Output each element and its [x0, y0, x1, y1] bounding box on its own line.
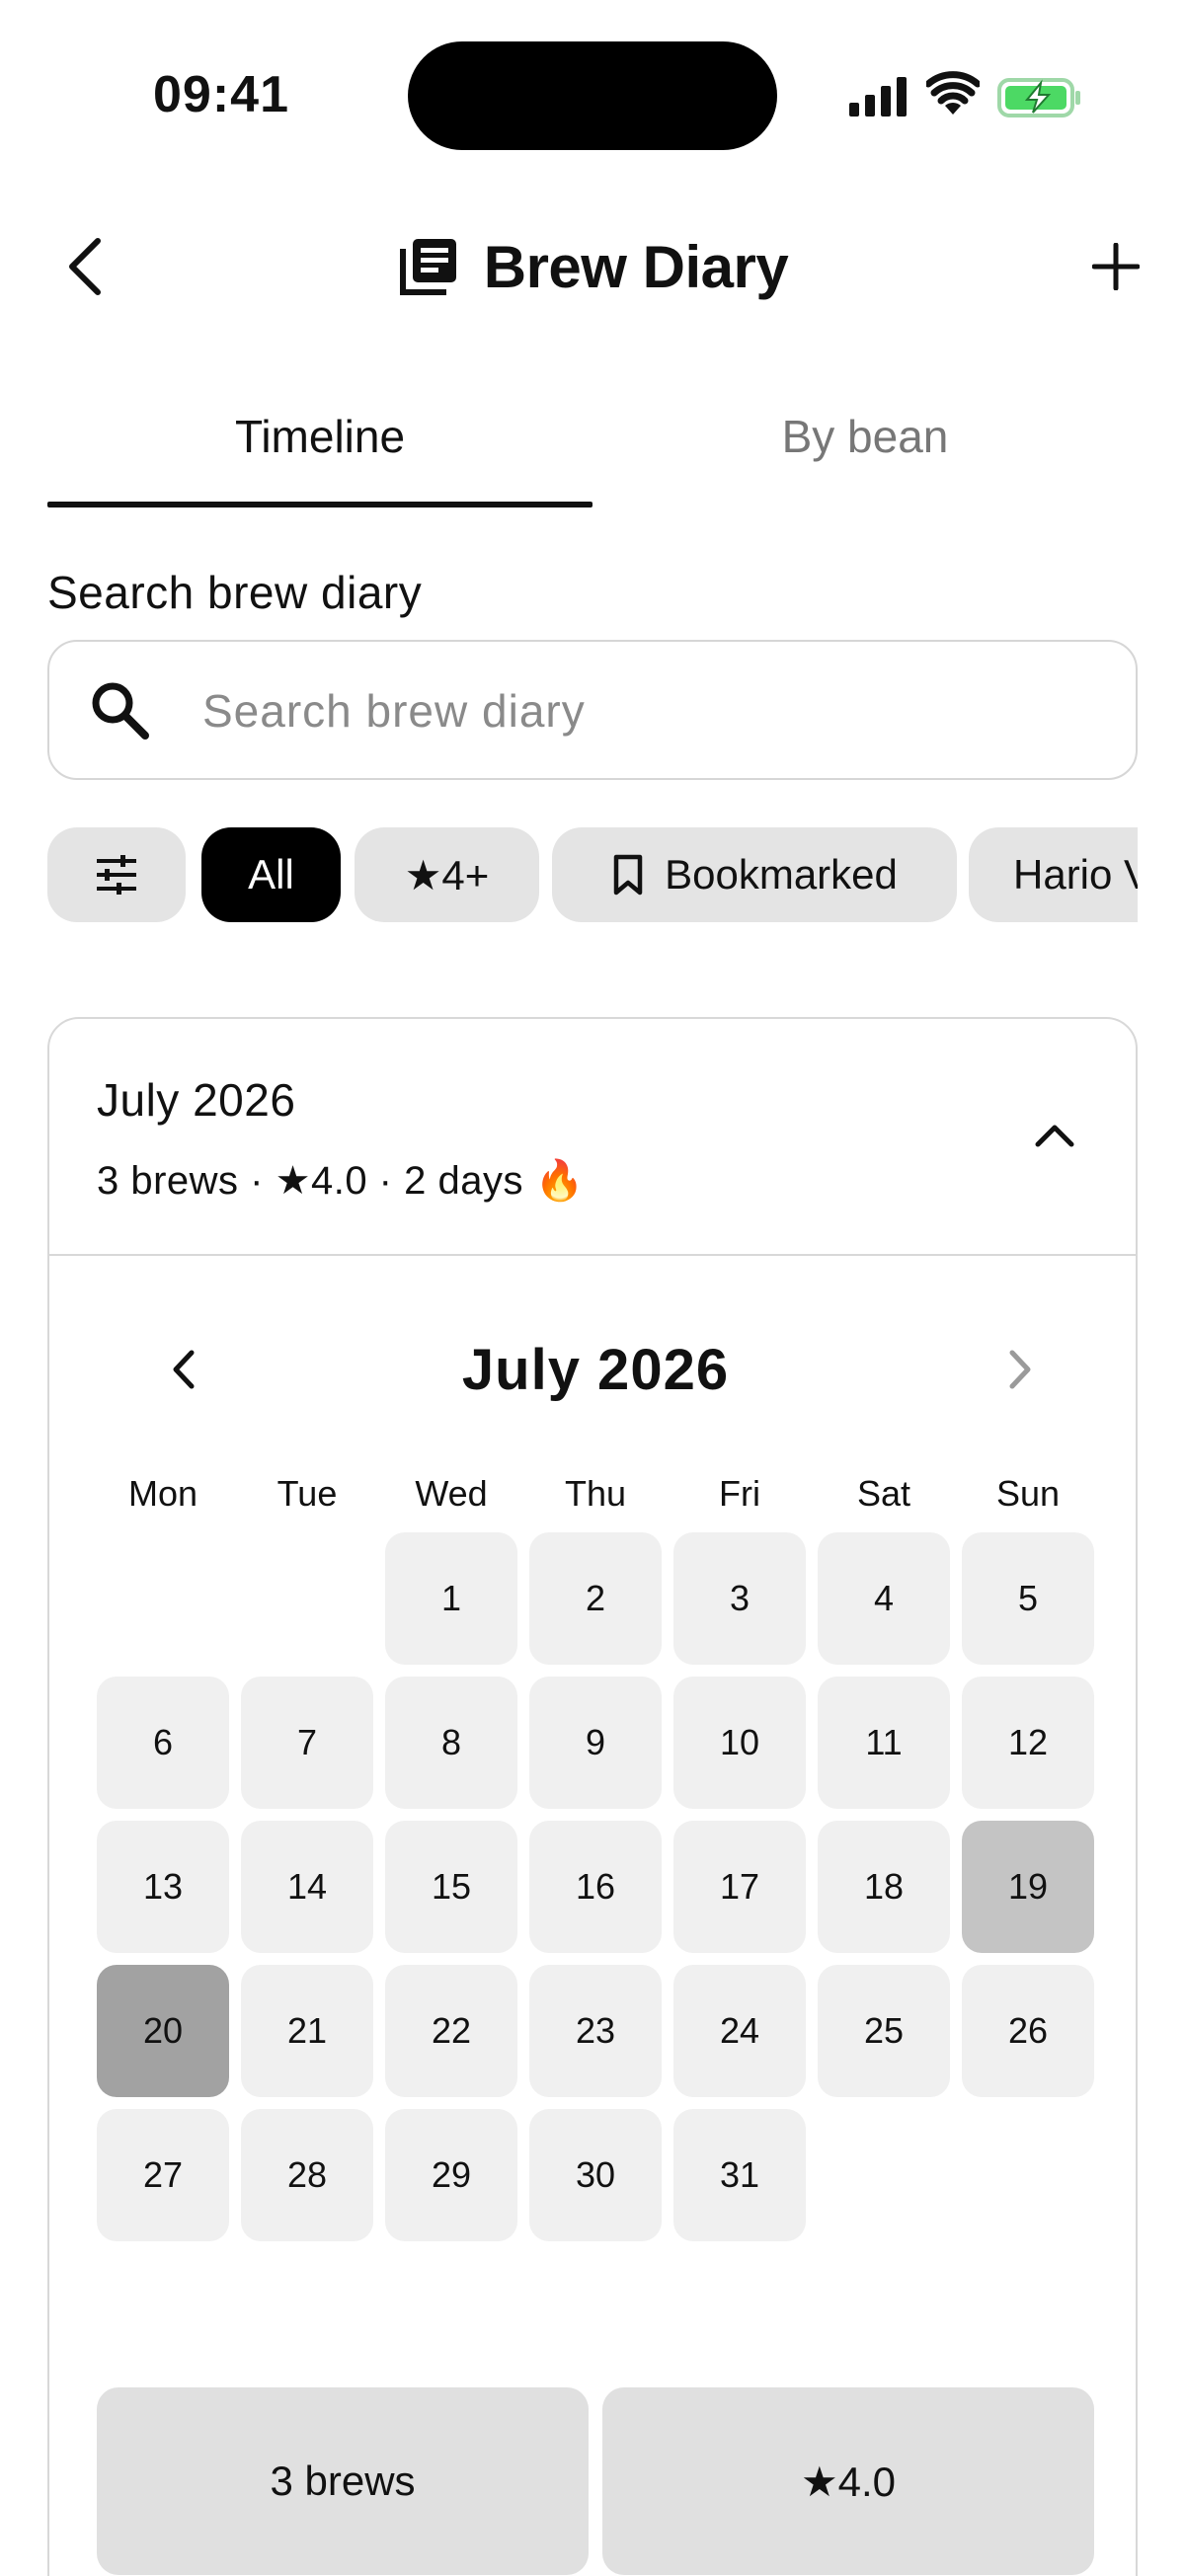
view-tabs: Timeline By bean [47, 390, 1138, 513]
search-icon [92, 682, 149, 740]
calendar-day[interactable]: 2 [529, 1532, 662, 1665]
calendar-month-title: July 2026 [461, 1338, 730, 1402]
dynamic-island [408, 41, 777, 150]
next-month-button[interactable] [990, 1335, 1050, 1404]
plus-icon [1092, 243, 1140, 290]
status-time: 09:41 [153, 66, 289, 123]
tab-timeline[interactable]: Timeline [47, 390, 592, 513]
calendar-day[interactable]: 8 [385, 1677, 517, 1809]
calendar-day[interactable]: 19 [962, 1821, 1094, 1953]
weekday-label: Sun [995, 1473, 1061, 1514]
stat-rating: ★4.0 [602, 2387, 1094, 2575]
wifi-icon [926, 71, 980, 115]
chip-rating-4-plus[interactable]: ★4+ [355, 827, 539, 922]
calendar-day[interactable]: 1 [385, 1532, 517, 1665]
calendar-day[interactable]: 11 [818, 1677, 950, 1809]
page-title: Brew Diary [483, 233, 789, 300]
calendar-day[interactable]: 5 [962, 1532, 1094, 1665]
calendar-day[interactable]: 13 [97, 1821, 229, 1953]
calendar-day[interactable]: 16 [529, 1821, 662, 1953]
calendar-day[interactable]: 28 [241, 2109, 373, 2241]
calendar-day[interactable]: 23 [529, 1965, 662, 2097]
chevron-up-icon [1035, 1125, 1074, 1147]
month-card-summary: 3 brews · ★4.0 · 2 days 🔥 [97, 1159, 585, 1203]
calendar-day[interactable]: 6 [97, 1677, 229, 1809]
weekday-label: Fri [719, 1473, 760, 1514]
calendar-day[interactable]: 4 [818, 1532, 950, 1665]
chip-all[interactable]: All [201, 827, 341, 922]
page-title-wrap: Brew Diary [0, 227, 1185, 306]
collapse-button[interactable] [1027, 1108, 1082, 1163]
calendar-day[interactable]: 12 [962, 1677, 1094, 1809]
app-header: Brew Diary [0, 197, 1185, 336]
calendar-day[interactable]: 7 [241, 1677, 373, 1809]
chevron-right-icon [1009, 1350, 1031, 1389]
weekday-label: Sat [856, 1473, 911, 1514]
search-label: Search brew diary [47, 567, 423, 618]
active-tab-indicator [47, 502, 592, 507]
diary-book-icon [399, 239, 456, 295]
calendar-day[interactable]: 10 [673, 1677, 806, 1809]
cellular-signal-icon [849, 77, 907, 117]
tab-by-bean[interactable]: By bean [592, 390, 1138, 513]
calendar-day[interactable]: 27 [97, 2109, 229, 2241]
calendar-day[interactable]: 20 [97, 1965, 229, 2097]
add-brew-button[interactable] [1081, 227, 1150, 306]
weekday-label: Wed [415, 1473, 488, 1514]
calendar-day[interactable]: 26 [962, 1965, 1094, 2097]
stat-brews: 3 brews [97, 2387, 589, 2575]
month-card-title: July 2026 [97, 1074, 296, 1126]
calendar-day[interactable]: 3 [673, 1532, 806, 1665]
calendar-day[interactable]: 14 [241, 1821, 373, 1953]
calendar-day[interactable]: 21 [241, 1965, 373, 2097]
filter-chips: All ★4+ Bookmarked Hario V [47, 827, 1138, 924]
weekday-label: Mon [127, 1473, 198, 1514]
calendar-day[interactable]: 31 [673, 2109, 806, 2241]
sliders-icon [97, 855, 136, 895]
month-card-header[interactable]: July 2026 3 brews · ★4.0 · 2 days 🔥 [49, 1019, 1136, 1256]
calendar-day[interactable]: 18 [818, 1821, 950, 1953]
calendar-grid: 1 2 3 4 5 6 7 8 9 10 11 12 13 14 15 16 17 18 19 20 21 22 23 24 2… [97, 1532, 1094, 2253]
bookmark-icon [613, 854, 643, 896]
weekday-label: Tue [276, 1473, 338, 1514]
battery-charging-icon [997, 78, 1080, 117]
calendar-header: July 2026 [97, 1325, 1094, 1414]
status-bar: 09:41 [0, 0, 1185, 188]
calendar-day[interactable]: 25 [818, 1965, 950, 2097]
calendar-day[interactable]: 29 [385, 2109, 517, 2241]
calendar-day[interactable]: 9 [529, 1677, 662, 1809]
calendar-day[interactable]: 30 [529, 2109, 662, 2241]
search-input[interactable] [202, 669, 1091, 752]
calendar-day[interactable]: 15 [385, 1821, 517, 1953]
calendar-day[interactable]: 24 [673, 1965, 806, 2097]
weekday-label: Thu [564, 1473, 627, 1514]
chip-bookmarked[interactable]: Bookmarked [552, 827, 957, 922]
search-box [47, 640, 1138, 780]
chip-bookmarked-label: Bookmarked [665, 851, 898, 898]
weekday-row: Mon Tue Wed Thu Fri Sat Sun [97, 1473, 1094, 1522]
month-card: July 2026 3 brews · ★4.0 · 2 days 🔥 July… [47, 1017, 1138, 2576]
chip-hario[interactable]: Hario V [969, 827, 1138, 922]
filter-options-chip[interactable] [47, 827, 186, 922]
calendar-day[interactable]: 22 [385, 1965, 517, 2097]
calendar-day[interactable]: 17 [673, 1821, 806, 1953]
